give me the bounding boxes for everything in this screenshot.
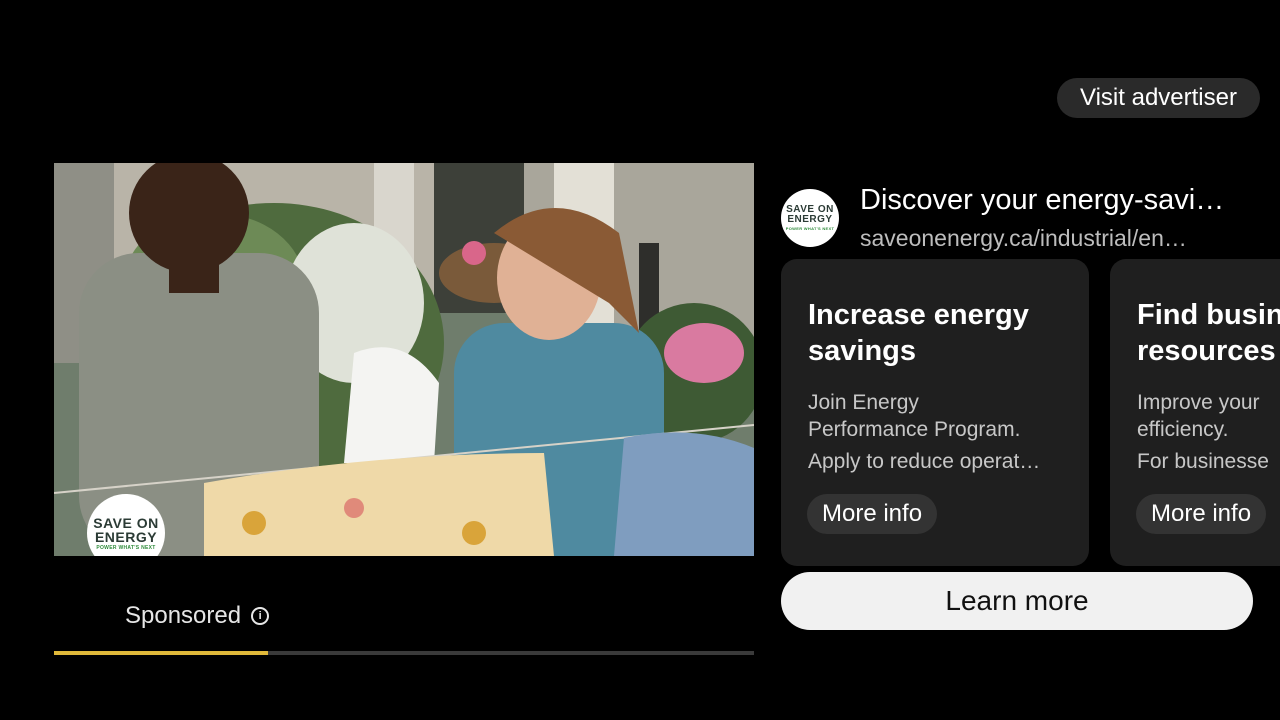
sitelink-carousel[interactable]: Increase energy savings Join Energy Perf… [781, 259, 1280, 567]
more-info-button[interactable]: More info [807, 494, 938, 534]
video-frame [54, 163, 754, 556]
adv-logo-line2: ENERGY [787, 214, 833, 225]
logo-line1: SAVE ON [93, 514, 159, 531]
card-title: Find busine resources [1137, 297, 1280, 369]
card-desc-line: Apply to reduce operat… [808, 450, 1041, 473]
ad-url[interactable]: saveonenergy.ca/industrial/en… [860, 225, 1225, 252]
ad-progress-fill [54, 651, 268, 655]
visit-advertiser-button[interactable]: Visit advertiser [1057, 78, 1260, 118]
card-desc-line: For businesse [1137, 450, 1269, 473]
adv-logo-tagline: POWER WHAT'S NEXT [785, 226, 835, 231]
logo-line2: ENERGY [94, 528, 158, 545]
card-title-line: Increase energy [808, 299, 1029, 331]
card-desc-line: Performance Program. [808, 418, 1021, 441]
card-title-line: Find busine [1137, 299, 1280, 331]
logo-tagline: POWER WHAT'S NEXT [96, 544, 156, 551]
card-title-line: resources [1137, 335, 1276, 367]
card-description: Join Energy Performance Program. Apply t… [808, 389, 1063, 475]
card-title: Increase energy savings [808, 297, 1063, 369]
ad-headline[interactable]: Discover your energy-savi… [860, 184, 1240, 217]
sitelink-card[interactable]: Find busine resources Improve your effic… [1110, 259, 1280, 566]
advertiser-logo[interactable]: SAVE ON ENERGY POWER WHAT'S NEXT [781, 189, 839, 247]
sponsored-label[interactable]: Sponsored i [125, 600, 270, 632]
card-title-line: savings [808, 335, 916, 367]
card-desc-line: efficiency. [1137, 418, 1229, 441]
info-icon[interactable]: i [251, 607, 270, 625]
learn-more-button[interactable]: Learn more [781, 572, 1253, 630]
card-desc-line: Join Energy [808, 391, 919, 414]
card-description: Improve your efficiency. For businesse [1137, 389, 1280, 475]
sponsored-text: Sponsored [125, 602, 242, 629]
video-player[interactable]: SAVE ON ENERGY POWER WHAT'S NEXT [54, 163, 754, 556]
sitelink-card[interactable]: Increase energy savings Join Energy Perf… [781, 259, 1089, 566]
card-desc-line: Improve your [1137, 391, 1260, 414]
more-info-button[interactable]: More info [1136, 494, 1267, 534]
ad-progress-bar [54, 651, 754, 655]
